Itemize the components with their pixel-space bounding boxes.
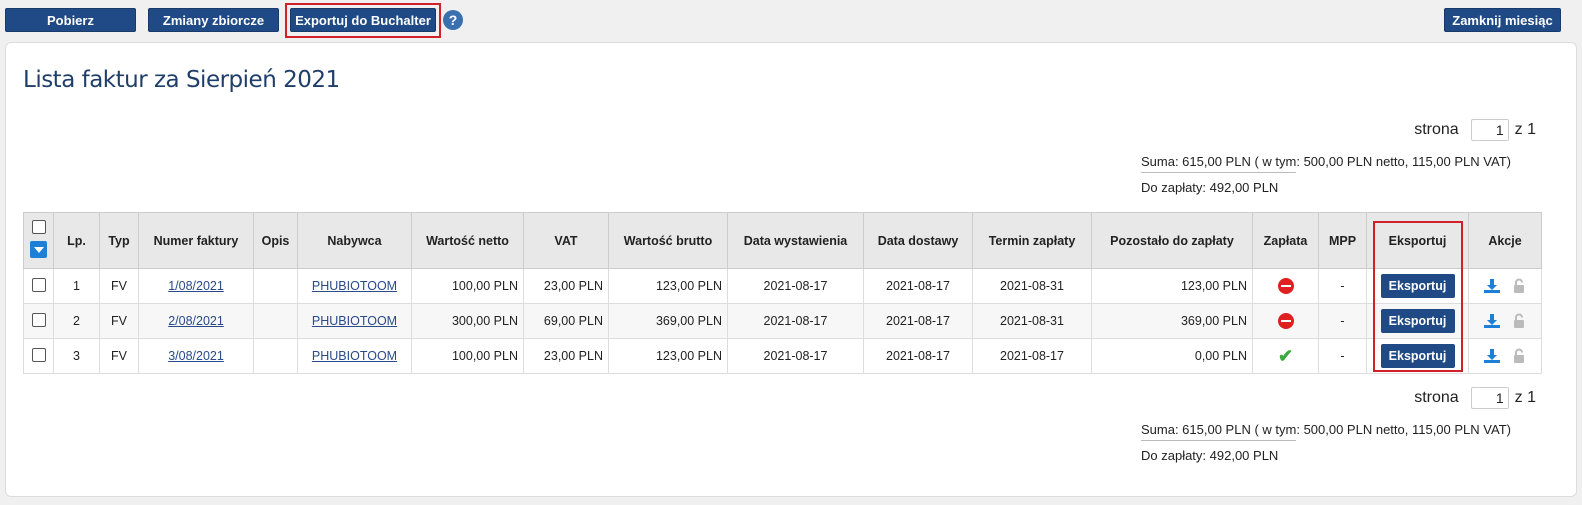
cell-brutto: 123,00 PLN [608,268,728,304]
page-title: Lista faktur za Sierpień 2021 [23,67,340,93]
download-icon[interactable] [1483,313,1501,329]
select-all-header [23,212,54,269]
paid-check-icon[interactable]: ✔ [1278,346,1293,366]
summary-to-pay: Do zapłaty: 492,00 PLN [1141,180,1279,195]
cell-opis [253,303,298,339]
cell-lp: 2 [53,303,100,339]
cell-data-dostawy: 2021-08-17 [863,303,973,339]
header-lp[interactable]: Lp. [53,212,100,269]
cell-pozostalo: 0,00 PLN [1091,338,1253,374]
bulk-select-dropdown-icon[interactable] [30,241,47,258]
header-opis[interactable]: Opis [253,212,298,269]
cell-opis [253,338,298,374]
cell-brutto: 369,00 PLN [608,303,728,339]
summary-bottom: Suma: 615,00 PLN ( w tym: 500,00 PLN net… [1141,419,1511,467]
header-akcje: Akcje [1468,212,1542,269]
cell-data-wystawienia: 2021-08-17 [727,338,864,374]
header-zaplata[interactable]: Zapłata [1252,212,1319,269]
cell-mpp: - [1318,338,1367,374]
buyer-link[interactable]: PHUBIOTOOM [312,349,397,363]
close-month-button[interactable]: Zamknij miesiąc [1444,8,1561,32]
summary-to-pay: Do zapłaty: 492,00 PLN [1141,448,1279,463]
pager-label: strona [1414,389,1459,406]
cell-mpp: - [1318,268,1367,304]
help-icon[interactable]: ? [443,10,463,30]
cell-typ: FV [99,303,139,339]
cell-netto: 300,00 PLN [411,303,524,339]
invoice-table: Lp. Typ Numer faktury Opis Nabywca Warto… [23,212,1542,374]
row-checkbox[interactable] [31,277,46,292]
invoice-number-link[interactable]: 2/08/2021 [168,314,224,328]
select-all-checkbox[interactable] [31,220,46,234]
unlock-icon[interactable] [1511,348,1527,364]
summary-sum: Suma: 615,00 PLN ( w tym: 500,00 PLN net… [1141,419,1511,441]
invoice-number-link[interactable]: 1/08/2021 [168,279,224,293]
pager-label: strona [1414,121,1459,138]
export-column-highlight [1373,221,1463,372]
unpaid-icon[interactable] [1277,278,1294,294]
summary-sum: Suma: 615,00 PLN ( w tym: 500,00 PLN net… [1141,151,1511,173]
cell-netto: 100,00 PLN [411,268,524,304]
header-termin[interactable]: Termin zapłaty [972,212,1092,269]
download-icon[interactable] [1483,348,1501,364]
row-checkbox[interactable] [31,312,46,327]
export-buchalter-button[interactable]: Exportuj do Buchalter [290,8,436,32]
cell-data-dostawy: 2021-08-17 [863,268,973,304]
table-header-row: Lp. Typ Numer faktury Opis Nabywca Warto… [23,212,1542,269]
cell-termin: 2021-08-17 [972,338,1092,374]
unlock-icon[interactable] [1511,278,1527,294]
header-data-wystawienia[interactable]: Data wystawienia [727,212,864,269]
header-netto[interactable]: Wartość netto [411,212,524,269]
summary-top: Suma: 615,00 PLN ( w tym: 500,00 PLN net… [1141,151,1511,199]
pager-top: strona 1 z 1 [1414,119,1536,141]
cell-typ: FV [99,338,139,374]
cell-pozostalo: 369,00 PLN [1091,303,1253,339]
table-row: 2 FV 2/08/2021 PHUBIOTOOM 300,00 PLN 69,… [23,303,1542,339]
header-numer[interactable]: Numer faktury [138,212,254,269]
invoice-number-link[interactable]: 3/08/2021 [168,349,224,363]
table-row: 3 FV 3/08/2021 PHUBIOTOOM 100,00 PLN 23,… [23,338,1542,374]
header-vat[interactable]: VAT [523,212,609,269]
header-typ[interactable]: Typ [99,212,139,269]
cell-data-wystawienia: 2021-08-17 [727,303,864,339]
cell-vat: 69,00 PLN [523,303,609,339]
download-icon[interactable] [1483,278,1501,294]
cell-typ: FV [99,268,139,304]
fetch-button[interactable]: Pobierz [5,8,136,32]
header-nabywca[interactable]: Nabywca [297,212,412,269]
page-number-input[interactable]: 1 [1470,387,1509,409]
buyer-link[interactable]: PHUBIOTOOM [312,279,397,293]
cell-lp: 1 [53,268,100,304]
header-data-dostawy[interactable]: Data dostawy [863,212,973,269]
bulk-changes-button[interactable]: Zmiany zbiorcze [148,8,279,32]
cell-pozostalo: 123,00 PLN [1091,268,1253,304]
cell-data-wystawienia: 2021-08-17 [727,268,864,304]
header-pozostalo[interactable]: Pozostało do zapłaty [1091,212,1253,269]
cell-termin: 2021-08-31 [972,268,1092,304]
pager-total: z 1 [1514,389,1536,406]
unpaid-icon[interactable] [1277,313,1294,329]
pager-bottom: strona 1 z 1 [1414,387,1536,409]
unlock-icon[interactable] [1511,313,1527,329]
pager-total: z 1 [1514,121,1536,138]
buyer-link[interactable]: PHUBIOTOOM [312,314,397,328]
cell-mpp: - [1318,303,1367,339]
invoice-list-panel: Lista faktur za Sierpień 2021 strona 1 z… [5,42,1577,497]
cell-vat: 23,00 PLN [523,268,609,304]
header-brutto[interactable]: Wartość brutto [608,212,728,269]
row-checkbox[interactable] [31,347,46,362]
cell-brutto: 123,00 PLN [608,338,728,374]
header-mpp[interactable]: MPP [1318,212,1367,269]
table-row: 1 FV 1/08/2021 PHUBIOTOOM 100,00 PLN 23,… [23,268,1542,304]
cell-opis [253,268,298,304]
cell-vat: 23,00 PLN [523,338,609,374]
cell-termin: 2021-08-31 [972,303,1092,339]
page-number-input[interactable]: 1 [1470,119,1509,141]
cell-netto: 100,00 PLN [411,338,524,374]
cell-data-dostawy: 2021-08-17 [863,338,973,374]
cell-lp: 3 [53,338,100,374]
